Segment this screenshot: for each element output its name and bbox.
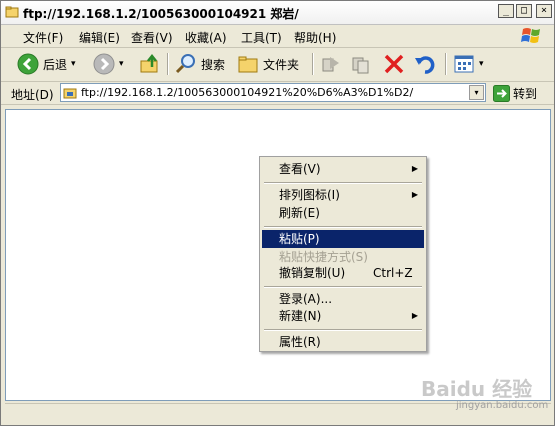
copy-to-icon: [352, 57, 369, 74]
window-title: ftp://192.168.1.2/100563000104921 郑岩/: [23, 7, 299, 21]
back-dropdown-icon[interactable]: ▾: [71, 59, 76, 69]
menu-separator: [264, 286, 422, 288]
ctx-item-undo-copy[interactable]: 撤销复制(U) Ctrl+Z: [262, 264, 424, 282]
address-value: ftp://192.168.1.2/100563000104921%20%D6%…: [81, 86, 414, 99]
forward-arrow-icon: [93, 53, 115, 75]
move-to-icon: [322, 57, 339, 72]
address-label: 地址(D): [11, 88, 54, 102]
submenu-arrow-icon: ▶: [411, 190, 418, 199]
toolbar-separator: [167, 53, 169, 75]
menu-separator: [264, 226, 422, 228]
undo-icon: [415, 56, 435, 74]
search-icon: [175, 54, 195, 74]
go-arrow-icon: [493, 84, 510, 102]
search-label: 搜索: [201, 57, 226, 72]
ctx-item-view[interactable]: 查看(V) ▶: [262, 160, 424, 178]
menu-view[interactable]: 查看(V): [131, 29, 173, 46]
move-to-button[interactable]: [320, 51, 342, 77]
ctx-item-arrange-icons[interactable]: 排列图标(I) ▶: [262, 186, 424, 204]
back-label: 后退: [43, 57, 68, 72]
toolbar: 后退 ▾ ▾ 搜索 文件夹 ▾: [1, 48, 554, 82]
menu-favorites[interactable]: 收藏(A): [185, 29, 227, 46]
address-bar: 地址(D) ftp://192.168.1.2/100563000104921%…: [1, 82, 554, 105]
copy-to-button[interactable]: [350, 51, 372, 77]
menu-edit[interactable]: 编辑(E): [79, 29, 120, 46]
forward-dropdown-icon[interactable]: ▾: [119, 59, 124, 69]
ftp-folder-icon: [63, 88, 77, 99]
ctx-item-login[interactable]: 登录(A)...: [262, 290, 424, 308]
menu-separator: [264, 182, 422, 184]
folders-button[interactable]: 文件夹: [237, 51, 299, 77]
undo-button[interactable]: [414, 51, 436, 77]
ctx-item-paste[interactable]: 粘贴(P): [262, 230, 424, 248]
go-label: 转到: [513, 86, 538, 101]
ctx-item-new[interactable]: 新建(N) ▶: [262, 307, 424, 325]
menu-tools[interactable]: 工具(T): [241, 29, 282, 46]
close-button[interactable]: ×: [536, 4, 552, 18]
back-button[interactable]: 后退 ▾: [17, 51, 76, 77]
back-arrow-icon: [17, 53, 39, 75]
toolbar-separator: [445, 53, 447, 75]
watermark-url: jingyan.baidu.com: [456, 400, 549, 411]
up-button[interactable]: [139, 51, 161, 77]
forward-button[interactable]: ▾: [93, 51, 124, 77]
windows-logo-icon: [521, 28, 540, 43]
menu-help[interactable]: 帮助(H): [294, 29, 336, 46]
ctx-item-properties[interactable]: 属性(R): [262, 333, 424, 351]
maximize-button[interactable]: □: [516, 4, 532, 18]
shortcut-label: Ctrl+Z: [373, 266, 413, 280]
views-dropdown-icon[interactable]: ▾: [479, 59, 484, 69]
ctx-item-refresh[interactable]: 刷新(E): [262, 204, 424, 222]
toolbar-separator: [312, 53, 314, 75]
title-bar: ftp://192.168.1.2/100563000104921 郑岩/ _ …: [1, 1, 554, 25]
views-icon: [454, 55, 474, 73]
folders-icon: [238, 56, 258, 73]
explorer-window: ftp://192.168.1.2/100563000104921 郑岩/ _ …: [0, 0, 555, 426]
submenu-arrow-icon: ▶: [411, 164, 418, 173]
menu-file[interactable]: 文件(F): [23, 29, 63, 46]
up-folder-icon: [140, 53, 158, 73]
address-dropdown-button[interactable]: ▾: [469, 85, 484, 100]
folders-label: 文件夹: [263, 57, 300, 72]
delete-button[interactable]: [383, 51, 405, 77]
views-button[interactable]: ▾: [453, 51, 484, 77]
delete-icon: [384, 54, 404, 74]
ftp-folder-icon: [5, 6, 19, 18]
watermark-logo: Baidu 经验: [421, 377, 533, 401]
minimize-button[interactable]: _: [498, 4, 514, 18]
context-menu: 查看(V) ▶ 排列图标(I) ▶ 刷新(E) 粘贴(P) 粘贴快捷方式(S) …: [259, 156, 427, 352]
go-button[interactable]: 转到: [493, 83, 537, 103]
menu-bar: 文件(F) 编辑(E) 查看(V) 收藏(A) 工具(T) 帮助(H): [1, 25, 554, 48]
address-input[interactable]: ftp://192.168.1.2/100563000104921%20%D6%…: [60, 83, 486, 102]
menu-separator: [264, 329, 422, 331]
search-button[interactable]: 搜索: [175, 51, 225, 77]
submenu-arrow-icon: ▶: [411, 311, 418, 320]
